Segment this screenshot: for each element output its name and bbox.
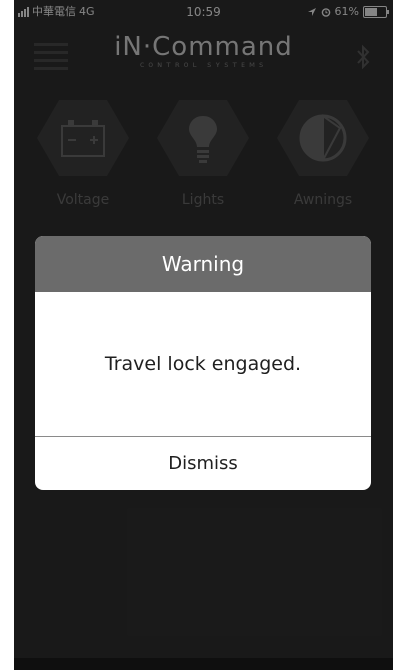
app-screen: 中華電信 4G 10:59 61% iN·Command ᴄᴏɴᴛʀᴏʟ sʏs… [14,0,393,670]
dialog-message: Travel lock engaged. [104,353,302,375]
dismiss-button[interactable]: Dismiss [35,437,371,490]
dialog-title: Warning [35,236,371,292]
warning-dialog: Warning Travel lock engaged. Dismiss [35,236,371,490]
